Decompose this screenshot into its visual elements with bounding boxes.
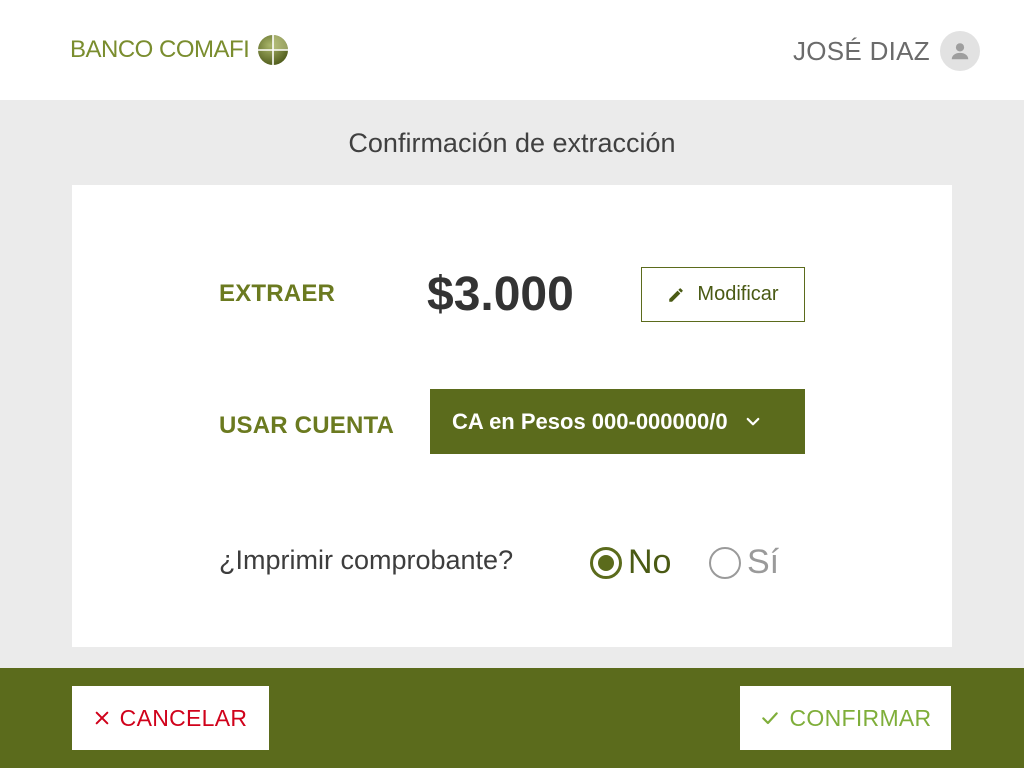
confirm-button[interactable]: CONFIRMAR <box>740 686 951 750</box>
user-name: JOSÉ DIAZ <box>792 35 930 66</box>
account-select-value: CA en Pesos 000-000000/0 <box>452 408 728 434</box>
user-menu[interactable]: JOSÉ DIAZ <box>792 31 980 71</box>
page-title: Confirmación de extracción <box>348 128 676 158</box>
top-header: BANCO COMAFI JOSÉ DIAZ <box>0 0 1024 100</box>
check-icon <box>761 712 778 725</box>
print-receipt-question: ¿Imprimir comprobante? <box>219 545 514 575</box>
radio-si-circle[interactable] <box>709 546 741 579</box>
withdraw-label: EXTRAER <box>219 280 336 307</box>
brand-name: BANCO COMAFI <box>70 36 250 63</box>
cancel-button[interactable]: CANCELAR <box>72 686 269 750</box>
modify-button[interactable]: Modificar <box>641 267 805 322</box>
footer-bar: CANCELAR CONFIRMAR <box>0 668 1024 768</box>
confirmation-card: EXTRAER $3.000 Modificar USAR CUENTA CA … <box>72 185 952 647</box>
confirm-button-label: CONFIRMAR <box>789 704 932 731</box>
user-icon <box>951 43 969 60</box>
chevron-down-icon <box>746 417 759 425</box>
bank-logo-icon <box>258 35 289 65</box>
radio-si[interactable]: Sí <box>709 543 779 582</box>
pencil-icon <box>669 287 684 302</box>
radio-no[interactable]: No <box>590 543 671 582</box>
radio-si-label[interactable]: Sí <box>747 543 779 582</box>
withdraw-amount: $3.000 <box>427 268 574 321</box>
cancel-button-label: CANCELAR <box>119 704 248 731</box>
close-icon <box>95 711 109 725</box>
modify-button-label: Modificar <box>697 283 779 305</box>
account-select[interactable]: CA en Pesos 000-000000/0 <box>430 389 805 454</box>
radio-no-circle[interactable] <box>590 546 622 579</box>
avatar[interactable] <box>940 31 980 71</box>
account-label: USAR CUENTA <box>219 412 395 439</box>
radio-no-label[interactable]: No <box>628 543 671 582</box>
brand: BANCO COMAFI <box>70 32 289 68</box>
